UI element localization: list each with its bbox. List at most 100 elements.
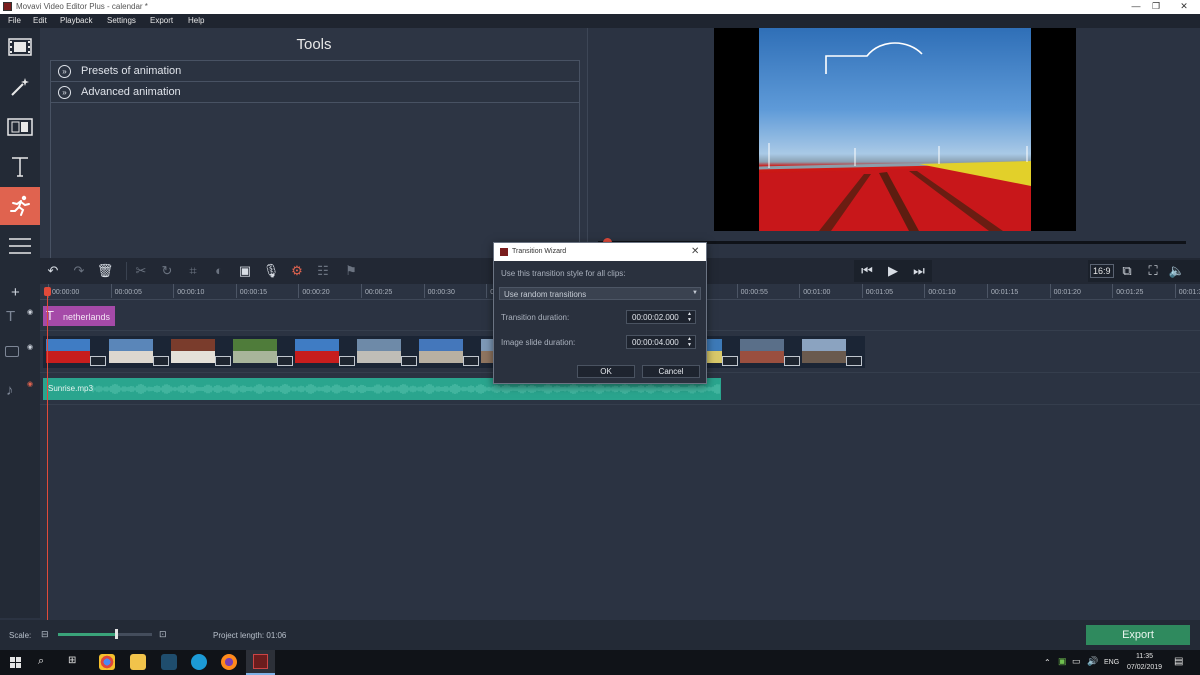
language-indicator[interactable]: ENG (1104, 659, 1119, 666)
chrome-icon[interactable] (99, 654, 115, 670)
clock-time[interactable]: 11:35 (1136, 653, 1153, 660)
video-clip-thumbnail[interactable] (357, 339, 401, 363)
play-icon[interactable]: ▶ (884, 262, 902, 280)
close-button[interactable]: ✕ (1176, 1, 1192, 12)
microphone-icon[interactable]: 🎙 (262, 262, 280, 280)
transitions-button[interactable] (0, 108, 40, 146)
menu-playback[interactable]: Playback (60, 16, 92, 25)
transition-duration-input[interactable]: 00:00:02.000 ▲ ▼ (626, 310, 696, 324)
fullscreen-icon[interactable]: ⛶ (1144, 262, 1162, 280)
menu-export[interactable]: Export (150, 16, 173, 25)
ruler-tick-label: 00:00:10 (177, 289, 205, 296)
transition-marker[interactable] (722, 356, 738, 366)
skip-forward-icon[interactable]: ⏭ (910, 262, 928, 280)
color-adjust-icon[interactable]: ◐ (210, 262, 228, 280)
menu-edit[interactable]: Edit (33, 16, 47, 25)
flag-icon[interactable]: ⚑ (342, 262, 360, 280)
rotate-icon[interactable]: ↻ (158, 262, 176, 280)
windows-start-icon[interactable] (10, 657, 21, 668)
volume-icon[interactable]: 🔈 (1168, 262, 1186, 280)
task-view-icon[interactable]: ⊞ (68, 655, 76, 666)
audio-track-mute-icon[interactable]: ◉ (27, 380, 33, 388)
export-button[interactable]: Export (1086, 625, 1190, 645)
video-clip-thumbnail[interactable] (802, 339, 846, 363)
transition-marker[interactable] (215, 356, 231, 366)
ruler-tick-mark (298, 284, 300, 298)
menu-settings[interactable]: Settings (107, 16, 136, 25)
spinner-arrows-icon[interactable]: ▲ ▼ (687, 311, 692, 323)
redo-icon[interactable]: ↷ (70, 262, 88, 280)
video-clip-thumbnail[interactable] (109, 339, 153, 363)
dialog-title-bar: Transition Wizard ✕ (494, 243, 706, 261)
import-media-button[interactable] (0, 28, 40, 66)
video-clip-thumbnail[interactable] (740, 339, 784, 363)
scale-slider[interactable] (58, 629, 152, 639)
transition-marker[interactable] (90, 356, 106, 366)
search-icon[interactable]: ⌕ (38, 655, 44, 668)
cancel-button[interactable]: Cancel (642, 365, 700, 378)
video-clip-thumbnail[interactable] (233, 339, 277, 363)
dialog-close-icon[interactable]: ✕ (691, 246, 699, 257)
clock-date[interactable]: 07/02/2019 (1127, 664, 1162, 671)
transition-marker[interactable] (463, 356, 479, 366)
transition-marker[interactable] (277, 356, 293, 366)
aspect-ratio-button[interactable]: 16:9 (1090, 264, 1114, 278)
notifications-icon[interactable]: ▤ (1174, 656, 1183, 667)
title-track-icon: T (6, 308, 16, 325)
playhead[interactable] (44, 287, 51, 620)
ruler-tick-label: 00:01:30 (1178, 289, 1200, 296)
advanced-animation-item[interactable]: » Advanced animation (51, 82, 579, 103)
zoom-fit-icon[interactable]: ⊡ (159, 629, 167, 640)
tools-heading: Tools (296, 36, 332, 53)
video-clip-thumbnail[interactable] (46, 339, 90, 363)
cut-icon[interactable]: ✂ (132, 262, 150, 280)
video-track-visibility-icon[interactable]: ◉ (27, 343, 33, 351)
maximize-button[interactable]: ❐ (1148, 1, 1164, 12)
firefox-icon[interactable] (221, 654, 237, 670)
playhead-handle[interactable] (44, 287, 51, 296)
file-explorer-icon[interactable] (130, 654, 146, 670)
transition-marker[interactable] (784, 356, 800, 366)
equalizer-icon[interactable]: ☷ (314, 262, 332, 280)
settings-gear-icon[interactable]: ⚙ (288, 262, 306, 280)
presets-of-animation-item[interactable]: » Presets of animation (51, 61, 579, 82)
transition-marker[interactable] (153, 356, 169, 366)
tray-chevron-icon[interactable]: ⌃ (1044, 658, 1051, 667)
transition-marker[interactable] (846, 356, 862, 366)
title-clip[interactable]: T netherlands (43, 306, 115, 326)
transition-marker[interactable] (401, 356, 417, 366)
image-slide-duration-input[interactable]: 00:00:04.000 ▲ ▼ (626, 335, 696, 349)
skip-back-icon[interactable]: ⏮ (858, 262, 876, 280)
titles-button[interactable] (0, 148, 40, 186)
app-icon[interactable] (161, 654, 177, 670)
movavi-taskbar-button[interactable] (246, 650, 275, 675)
spinner-arrows-icon[interactable]: ▲ ▼ (687, 336, 692, 348)
zoom-out-icon[interactable]: ⊟ (41, 629, 49, 640)
video-clip-thumbnail[interactable] (171, 339, 215, 363)
add-track-icon[interactable]: + (11, 284, 20, 301)
animation-button[interactable] (0, 187, 40, 225)
menu-help[interactable]: Help (188, 16, 204, 25)
scale-slider-handle[interactable] (115, 629, 118, 639)
preview-image[interactable] (759, 28, 1031, 231)
video-clip-thumbnail[interactable] (419, 339, 463, 363)
delete-icon[interactable]: 🗑 (96, 262, 114, 280)
filters-button[interactable] (0, 68, 40, 106)
transition-marker[interactable] (339, 356, 355, 366)
ok-button[interactable]: OK (577, 365, 635, 378)
network-icon[interactable]: ▭ (1072, 656, 1081, 667)
expand-icon: » (58, 65, 71, 78)
speaker-icon[interactable]: 🔊 (1087, 656, 1098, 667)
title-track-visibility-icon[interactable]: ◉ (27, 308, 33, 316)
crop-icon[interactable]: ⌗ (184, 262, 202, 280)
minimize-button[interactable]: — (1128, 1, 1144, 11)
video-clip-thumbnail[interactable] (295, 339, 339, 363)
external-preview-icon[interactable]: ⧉ (1118, 262, 1136, 280)
tray-app-icon[interactable]: ▣ (1058, 656, 1067, 667)
transition-style-select[interactable]: Use random transitions ▼ (499, 287, 701, 300)
undo-icon[interactable]: ↶ (44, 262, 62, 280)
skype-icon[interactable] (191, 654, 207, 670)
ruler-tick-mark (423, 284, 425, 298)
image-icon[interactable]: ▣ (236, 262, 254, 280)
menu-file[interactable]: File (8, 16, 21, 25)
